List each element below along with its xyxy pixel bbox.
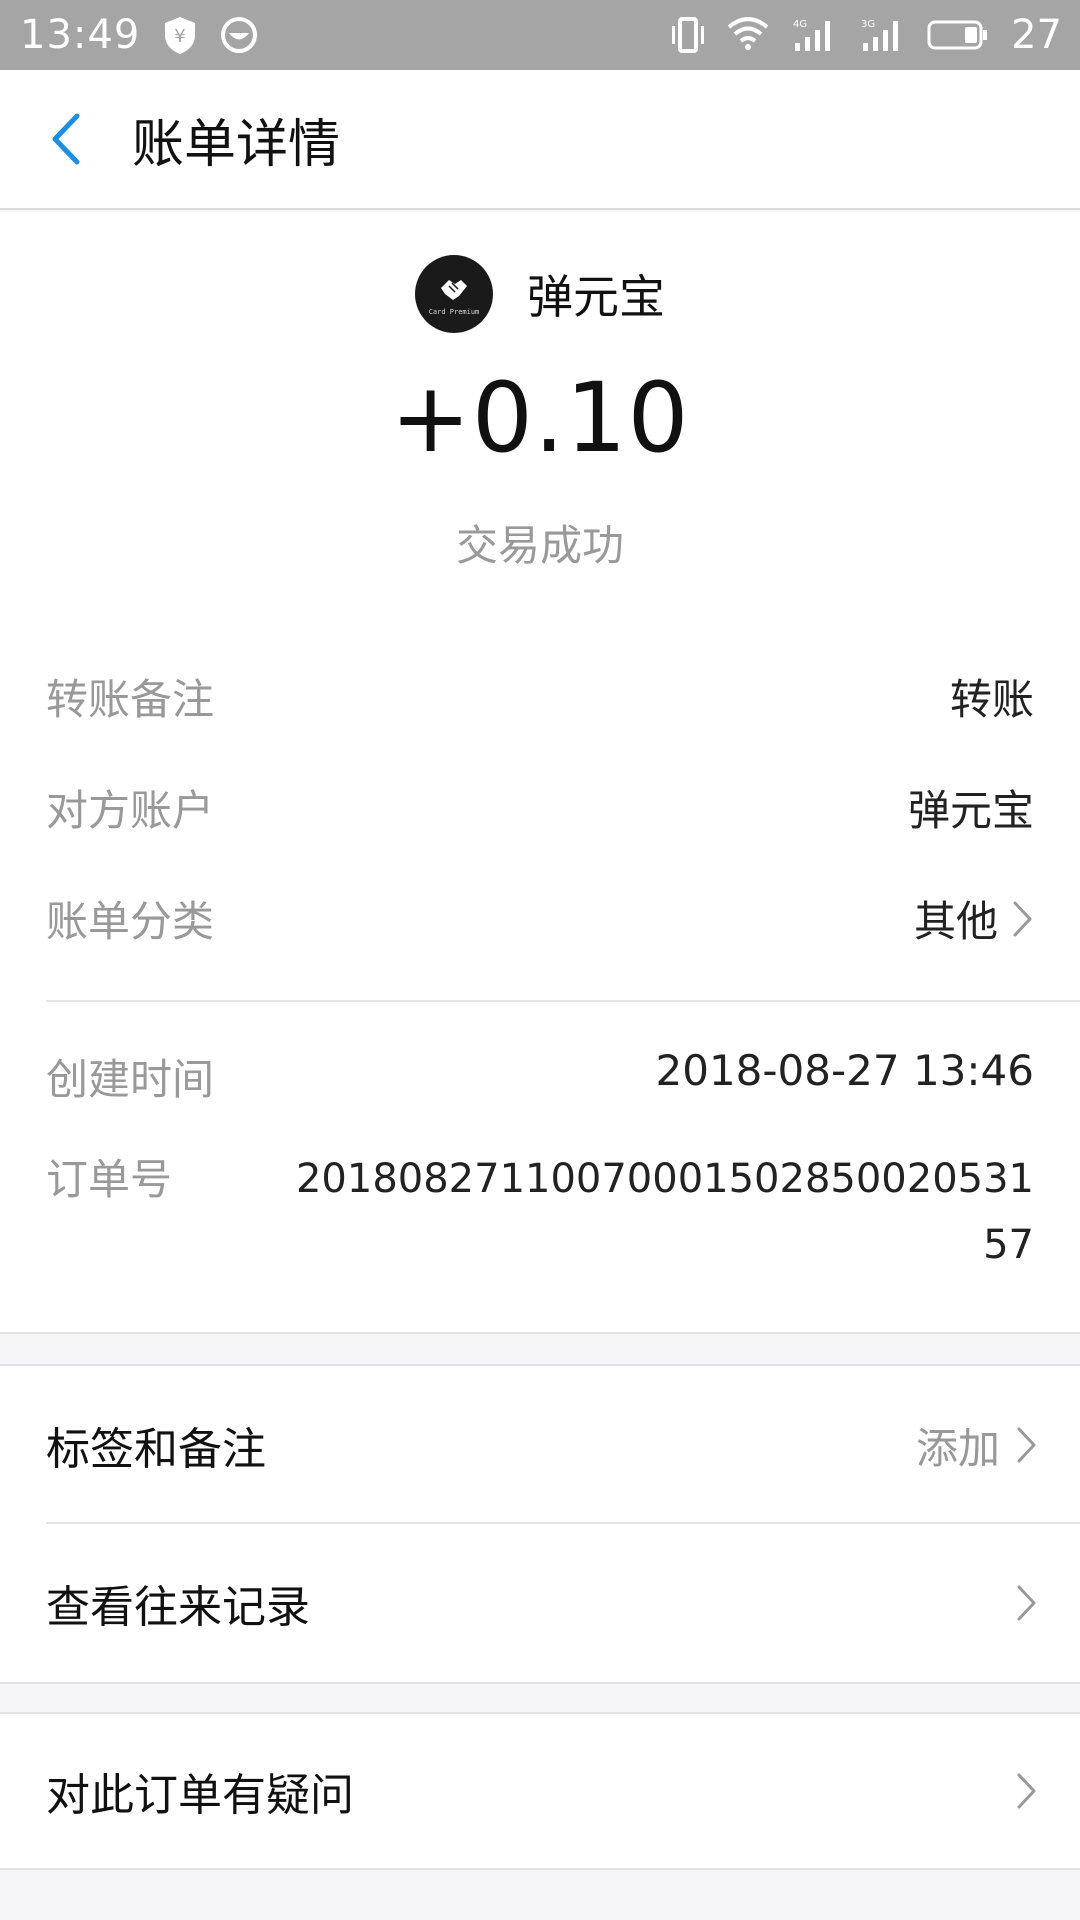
merchant-header: Card Premium 弹元宝 — [0, 254, 1080, 334]
avatar-text: Card Premium — [428, 308, 480, 316]
svg-text:4G: 4G — [793, 19, 807, 30]
chevron-left-icon — [52, 113, 80, 165]
options-group: 标签和备注 添加 查看往来记录 — [0, 1364, 1080, 1684]
detail-row-category[interactable]: 账单分类 其他 — [46, 888, 1034, 949]
back-button[interactable] — [0, 69, 130, 209]
detail-row-remark: 转账备注 转账 — [46, 666, 1034, 727]
nav-bar: 账单详情 — [0, 70, 1080, 210]
detail-row-order-number: 订单号 2018082711007000150285002053157 — [46, 1146, 1034, 1278]
detail-label: 创建时间 — [46, 1055, 215, 1104]
status-bar: 13:49 ¥ 4G 3G 27 — [0, 0, 1080, 70]
avatar: Card Premium — [415, 255, 493, 333]
detail-row-counterparty: 对方账户 弹元宝 — [46, 777, 1034, 838]
svg-text:¥: ¥ — [175, 26, 186, 47]
chevron-right-icon — [1017, 1427, 1036, 1463]
wifi-icon — [727, 17, 769, 53]
detail-label: 对方账户 — [46, 786, 215, 835]
battery-icon — [927, 19, 989, 51]
list-item-label: 标签和备注 — [46, 1424, 266, 1475]
smile-icon — [220, 16, 258, 54]
help-group: 对此订单有疑问 — [0, 1712, 1080, 1870]
vibrate-icon — [671, 17, 705, 53]
detail-row-created-time: 创建时间 2018-08-27 13:46 — [46, 1046, 1034, 1107]
merchant-name: 弹元宝 — [527, 270, 665, 324]
status-time: 13:49 — [20, 12, 141, 58]
list-item-label: 对此订单有疑问 — [46, 1770, 354, 1821]
svg-text:3G: 3G — [861, 19, 875, 30]
order-number: 2018082711007000150285002053157 — [295, 1156, 1034, 1268]
detail-value: 转账 — [949, 675, 1034, 724]
shield-yen-icon: ¥ — [162, 15, 198, 55]
battery-level: 27 — [1011, 12, 1062, 58]
chevron-right-icon — [1017, 1773, 1036, 1809]
page-title: 账单详情 — [132, 114, 341, 175]
detail-value: 其他 — [913, 897, 998, 946]
detail-value: 2018-08-27 13:46 — [655, 1046, 1034, 1095]
list-item-label: 查看往来记录 — [46, 1582, 310, 1633]
order-question-item[interactable]: 对此订单有疑问 — [0, 1714, 1080, 1868]
tags-and-notes-item[interactable]: 标签和备注 添加 — [0, 1366, 1080, 1524]
transaction-amount: +0.10 — [390, 362, 690, 474]
divider — [46, 1000, 1080, 1002]
detail-label: 订单号 — [46, 1155, 173, 1204]
chevron-right-icon — [1013, 901, 1032, 936]
bill-summary: Card Premium 弹元宝 +0.10 交易成功 转账备注 转账 对方账户… — [0, 212, 1080, 1334]
signal-4g-icon: 4G — [791, 17, 837, 53]
detail-value: 弹元宝 — [907, 786, 1034, 835]
detail-label: 账单分类 — [46, 897, 215, 946]
view-history-item[interactable]: 查看往来记录 — [0, 1524, 1080, 1682]
handshake-icon — [441, 280, 467, 300]
chevron-right-icon — [1017, 1585, 1036, 1621]
add-hint: 添加 — [915, 1423, 1000, 1473]
transaction-status: 交易成功 — [455, 521, 624, 570]
detail-label: 转账备注 — [46, 675, 215, 724]
signal-3g-icon: 3G — [859, 17, 905, 53]
